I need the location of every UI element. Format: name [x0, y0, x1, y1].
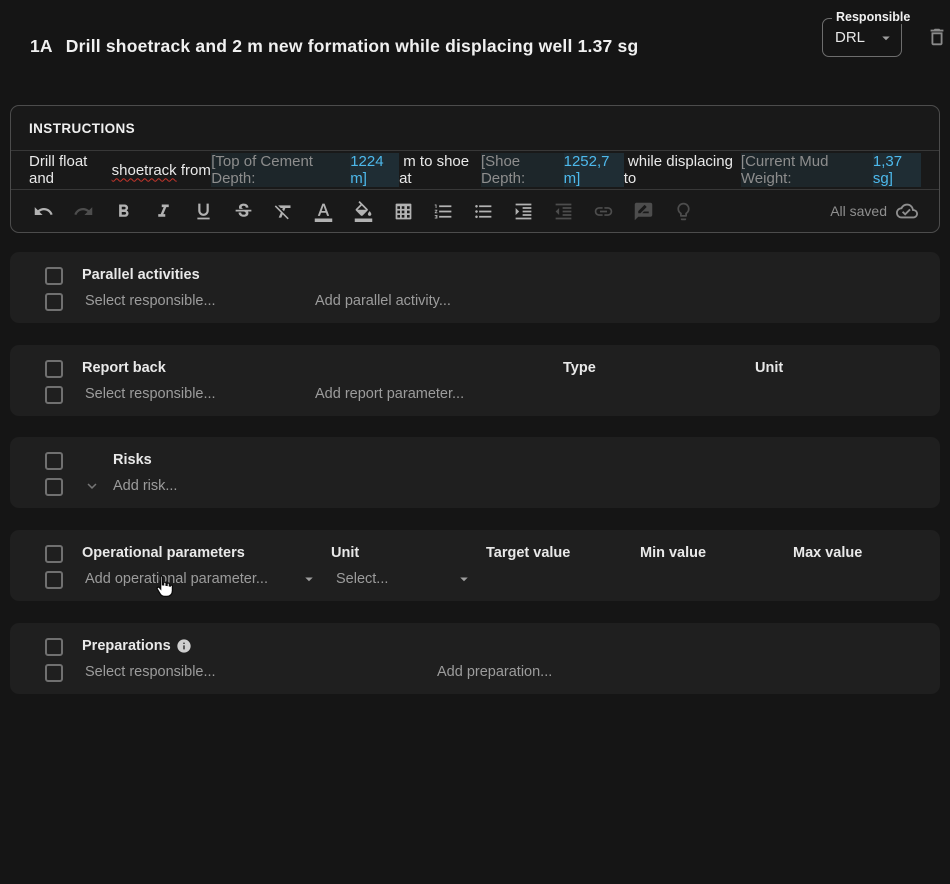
add-parallel-activity-field[interactable]: Add parallel activity... [315, 291, 451, 311]
section-title: Operational parameters [82, 543, 245, 563]
field-token-label: [Current Mud Weight: [741, 153, 873, 187]
instruction-text: m to shoe at [399, 153, 481, 187]
activity-title-text: Drill shoetrack and 2 m new formation wh… [66, 36, 639, 56]
preparations-row-checkbox[interactable] [45, 664, 63, 682]
chevron-down-icon[interactable] [83, 477, 101, 501]
column-header-type: Type [563, 358, 596, 378]
preparations-title-checkbox[interactable] [45, 638, 63, 656]
activity-id: 1A [30, 36, 53, 56]
select-responsible-field[interactable]: Select responsible... [85, 662, 216, 682]
report-back-card: Report back Type Unit Select responsible… [10, 345, 940, 416]
strikethrough-icon[interactable] [232, 200, 255, 223]
field-token-value[interactable]: 1224 m] [350, 153, 399, 187]
preparations-card: Preparations Select responsible... Add p… [10, 623, 940, 694]
indent-increase-icon[interactable] [512, 200, 535, 223]
risks-title-checkbox[interactable] [45, 452, 63, 470]
section-title: Report back [82, 358, 166, 378]
redo-icon[interactable] [72, 200, 95, 223]
instructions-richtext-editor[interactable]: Drill float and shoetrack from [Top of C… [11, 151, 939, 190]
underline-icon[interactable] [192, 200, 215, 223]
formatting-toolbar: All saved [11, 190, 939, 232]
operational-parameters-title-checkbox[interactable] [45, 545, 63, 563]
section-title: Risks [113, 450, 152, 470]
comment-icon[interactable] [632, 200, 655, 223]
field-token-value[interactable]: 1,37 sg] [873, 153, 921, 187]
bullet-list-icon[interactable] [472, 200, 495, 223]
column-header-unit: Unit [331, 543, 359, 563]
select-responsible-field[interactable]: Select responsible... [85, 384, 216, 404]
parallel-activities-card: Parallel activities Select responsible..… [10, 252, 940, 323]
trash-icon [926, 26, 948, 48]
instruction-text: from [177, 162, 212, 179]
column-header-unit: Unit [755, 358, 783, 378]
lightbulb-icon[interactable] [672, 200, 695, 223]
numbered-list-icon[interactable] [432, 200, 455, 223]
misspelled-word: shoetrack [112, 162, 177, 179]
clear-formatting-icon[interactable] [272, 200, 295, 223]
undo-icon[interactable] [32, 200, 55, 223]
risks-row-checkbox[interactable] [45, 478, 63, 496]
section-title: Preparations [82, 636, 192, 656]
cloud-saved-icon [896, 200, 918, 222]
section-title: Parallel activities [82, 265, 200, 285]
report-back-row-checkbox[interactable] [45, 386, 63, 404]
responsible-select-label: Responsible [832, 10, 914, 24]
add-risk-field[interactable]: Add risk... [113, 476, 177, 496]
operational-parameters-row-checkbox[interactable] [45, 571, 63, 589]
bold-icon[interactable] [112, 200, 135, 223]
field-token-label: [Top of Cement Depth: [211, 153, 350, 187]
operational-parameters-card: Operational parameters Unit Target value… [10, 530, 940, 601]
indent-decrease-icon[interactable] [552, 200, 575, 223]
instructions-card: INSTRUCTIONS Drill float and shoetrack f… [10, 105, 940, 233]
page-title: 1A Drill shoetrack and 2 m new formation … [30, 36, 638, 57]
section-title-text: Preparations [82, 636, 171, 656]
add-operational-parameter-dropdown[interactable]: Add operational parameter... [85, 569, 268, 589]
save-status-text: All saved [830, 203, 887, 219]
save-status: All saved [830, 200, 918, 222]
responsible-select[interactable]: Responsible DRL [822, 18, 902, 57]
table-icon[interactable] [392, 200, 415, 223]
fill-color-icon[interactable] [352, 200, 375, 223]
column-header-target-value: Target value [486, 543, 570, 563]
add-report-parameter-field[interactable]: Add report parameter... [315, 384, 464, 404]
instructions-header: INSTRUCTIONS [11, 106, 939, 151]
add-preparation-field[interactable]: Add preparation... [437, 662, 552, 682]
chevron-down-icon[interactable] [455, 570, 473, 594]
risks-card: Risks Add risk... [10, 437, 940, 508]
column-header-min-value: Min value [640, 543, 706, 563]
unit-select-dropdown[interactable]: Select... [336, 569, 388, 589]
report-back-title-checkbox[interactable] [45, 360, 63, 378]
chevron-down-icon [877, 29, 895, 52]
chevron-down-icon[interactable] [300, 570, 318, 594]
info-icon[interactable] [176, 638, 192, 654]
link-icon[interactable] [592, 200, 615, 223]
text-color-icon[interactable] [312, 200, 335, 223]
instruction-text: Drill float and [29, 153, 112, 187]
italic-icon[interactable] [152, 200, 175, 223]
column-header-max-value: Max value [793, 543, 862, 563]
responsible-select-value: DRL [835, 29, 865, 46]
instruction-text: while displacing to [624, 153, 741, 187]
field-token-label: [Shoe Depth: [481, 153, 564, 187]
parallel-activities-title-checkbox[interactable] [45, 267, 63, 285]
activity-editor-page: 1A Drill shoetrack and 2 m new formation … [0, 0, 950, 884]
delete-activity-button[interactable] [926, 26, 948, 48]
parallel-activities-row-checkbox[interactable] [45, 293, 63, 311]
field-token-value[interactable]: 1252,7 m] [564, 153, 624, 187]
select-responsible-field[interactable]: Select responsible... [85, 291, 216, 311]
